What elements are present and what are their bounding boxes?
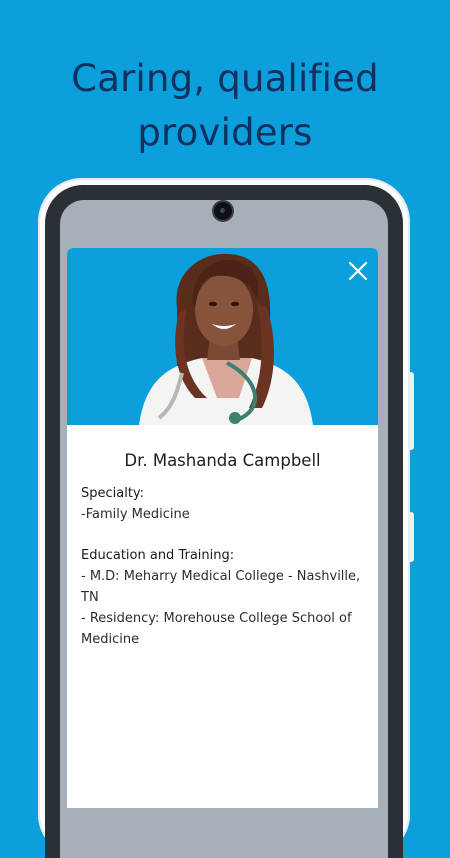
close-icon bbox=[348, 261, 368, 281]
close-button[interactable] bbox=[347, 260, 369, 282]
specialty-label: Specialty: bbox=[81, 486, 145, 501]
phone-volume-button bbox=[409, 372, 414, 450]
education-label: Education and Training: bbox=[81, 548, 235, 563]
provider-details: Specialty: -Family Medicine Education an… bbox=[67, 484, 378, 650]
camera-icon bbox=[214, 202, 232, 220]
provider-photo bbox=[67, 248, 378, 425]
headline-line-2: providers bbox=[137, 111, 313, 154]
marketing-headline: Caring, qualified providers bbox=[0, 52, 450, 160]
phone-power-button bbox=[409, 512, 414, 562]
education-line-2: - Residency: Morehouse College School of… bbox=[81, 611, 352, 647]
provider-card: Dr. Mashanda Campbell Specialty: -Family… bbox=[67, 248, 378, 808]
doctor-portrait bbox=[139, 253, 313, 425]
education-line-1: - M.D: Meharry Medical College - Nashvil… bbox=[81, 569, 361, 605]
specialty-value: -Family Medicine bbox=[81, 507, 190, 522]
provider-name: Dr. Mashanda Campbell bbox=[124, 451, 321, 470]
headline-line-1: Caring, qualified bbox=[71, 57, 379, 100]
